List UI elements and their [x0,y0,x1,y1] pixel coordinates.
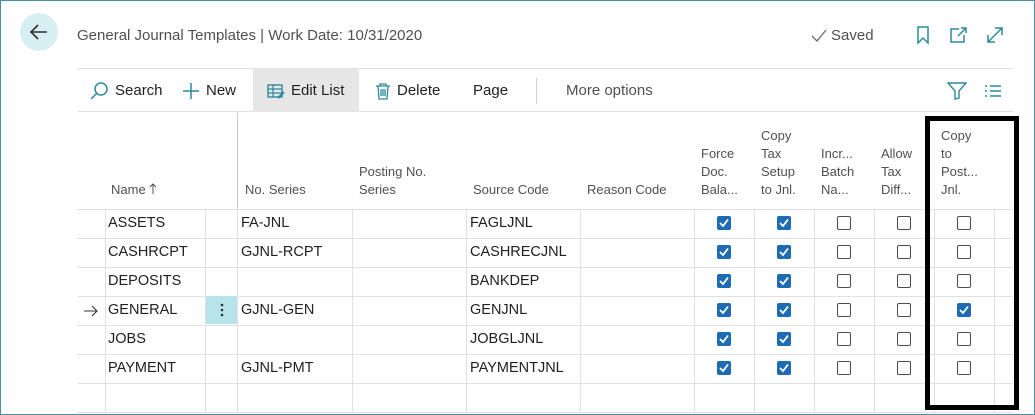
search-icon [90,81,108,100]
grid-row-divider [77,412,1013,413]
toolbar-divider [536,78,537,104]
back-button[interactable] [20,13,58,51]
arrow-left-icon [29,24,47,40]
checkbox-force-doc-balance[interactable] [717,303,731,317]
checkbox-incr-batch-name[interactable] [837,303,851,317]
cell-source-code[interactable]: BANKDEP [470,267,539,295]
table-row[interactable]: ASSETS FA-JNL FAGLJNL [77,209,1013,238]
column-header-incr-batch-name[interactable]: Incr... Batch Na... [821,145,854,199]
checkbox-allow-tax-diff[interactable] [897,332,911,346]
checkbox-copy-tax-setup[interactable] [777,245,791,259]
action-bar: Search New Edit List Delete Page More op… [77,68,1013,112]
page-menu-button[interactable]: Page [473,69,508,112]
cell-source-code[interactable]: FAGLJNL [470,209,533,237]
highlight-annotation-box [925,116,1019,410]
new-button[interactable]: New [182,69,236,112]
checkbox-force-doc-balance[interactable] [717,361,731,375]
checkbox-incr-batch-name[interactable] [837,245,851,259]
filter-icon [947,81,967,100]
column-header-copy-tax-setup[interactable]: Copy Tax Setup to Jnl. [761,127,796,199]
checkbox-allow-tax-diff[interactable] [897,245,911,259]
checkbox-copy-tax-setup[interactable] [777,361,791,375]
trash-icon [376,82,390,100]
journal-templates-grid: Name No. Series Posting No. Series Source… [77,113,1013,413]
cell-source-code[interactable]: PAYMENTJNL [470,354,564,382]
new-label: New [206,82,237,99]
more-options-label: More options [566,82,653,99]
edit-list-button[interactable]: Edit List [253,69,359,112]
checkbox-force-doc-balance[interactable] [717,245,731,259]
more-options-button[interactable]: More options [566,69,653,112]
cell-source-code[interactable]: JOBGLJNL [470,325,543,353]
cell-no-series[interactable]: GJNL-RCPT [241,238,322,266]
open-new-window-icon[interactable] [948,25,968,45]
bookmark-icon[interactable] [913,25,933,45]
checkbox-allow-tax-diff[interactable] [897,303,911,317]
column-header-force-doc-balance[interactable]: Force Doc. Bala... [701,145,738,199]
column-header-no-series[interactable]: No. Series [245,181,306,199]
grid-row-divider [77,383,1013,384]
cell-no-series[interactable]: GJNL-GEN [241,296,314,324]
column-header-posting-no-series[interactable]: Posting No. Series [359,163,426,199]
cell-name[interactable]: CASHRCPT [108,238,188,266]
check-icon [811,29,827,42]
sort-ascending-icon [149,183,157,194]
checkbox-incr-batch-name[interactable] [837,274,851,288]
checkbox-copy-tax-setup[interactable] [777,332,791,346]
search-button[interactable]: Search [89,69,163,112]
saved-label: Saved [831,27,874,44]
column-header-reason-code[interactable]: Reason Code [587,181,667,199]
column-header-source-code[interactable]: Source Code [473,181,549,199]
cell-name[interactable]: JOBS [108,325,146,353]
checkbox-incr-batch-name[interactable] [837,332,851,346]
column-header-allow-tax-diff[interactable]: Allow Tax Diff... [881,145,912,199]
checkbox-allow-tax-diff[interactable] [897,216,911,230]
delete-label: Delete [397,82,441,99]
filter-button[interactable] [947,69,967,112]
checkbox-force-doc-balance[interactable] [717,216,731,230]
checkbox-force-doc-balance[interactable] [717,274,731,288]
cell-no-series[interactable]: FA-JNL [241,209,289,237]
cell-source-code[interactable]: GENJNL [470,296,527,324]
cell-name[interactable]: DEPOSITS [108,267,181,295]
cell-source-code[interactable]: CASHRECJNL [470,238,567,266]
cell-name[interactable]: PAYMENT [108,354,176,382]
checkbox-allow-tax-diff[interactable] [897,361,911,375]
search-label: Search [115,82,163,99]
checkbox-copy-tax-setup[interactable] [777,274,791,288]
list-view-button[interactable] [984,69,1002,112]
expand-icon[interactable] [985,25,1005,45]
checkbox-force-doc-balance[interactable] [717,332,731,346]
current-row-arrow-icon [83,304,99,322]
plus-icon [183,82,199,99]
table-row[interactable]: CASHRCPT GJNL-RCPT CASHRECJNL [77,238,1013,267]
cell-no-series[interactable]: GJNL-PMT [241,354,314,382]
table-row[interactable]: PAYMENT GJNL-PMT PAYMENTJNL [77,354,1013,383]
page-title: General Journal Templates | Work Date: 1… [77,27,423,44]
ellipsis-vertical-icon [220,303,223,317]
edit-list-icon [267,83,285,99]
table-row[interactable]: GENERAL GJNL-GEN GENJNL [77,296,1013,325]
checkbox-incr-batch-name[interactable] [837,216,851,230]
cell-name[interactable]: GENERAL [108,296,177,324]
column-header-name[interactable]: Name [111,181,157,199]
list-icon [985,84,1001,97]
edit-list-label: Edit List [291,82,345,99]
saved-status: Saved [810,27,874,44]
row-actions-menu[interactable] [206,296,237,324]
checkbox-allow-tax-diff[interactable] [897,274,911,288]
table-row[interactable]: DEPOSITS BANKDEP [77,267,1013,296]
checkbox-incr-batch-name[interactable] [837,361,851,375]
page-label: Page [473,82,509,99]
delete-button[interactable]: Delete [375,69,440,112]
cell-name[interactable]: ASSETS [108,209,165,237]
checkbox-copy-tax-setup[interactable] [777,303,791,317]
checkbox-copy-tax-setup[interactable] [777,216,791,230]
table-row[interactable]: JOBS JOBGLJNL [77,325,1013,354]
